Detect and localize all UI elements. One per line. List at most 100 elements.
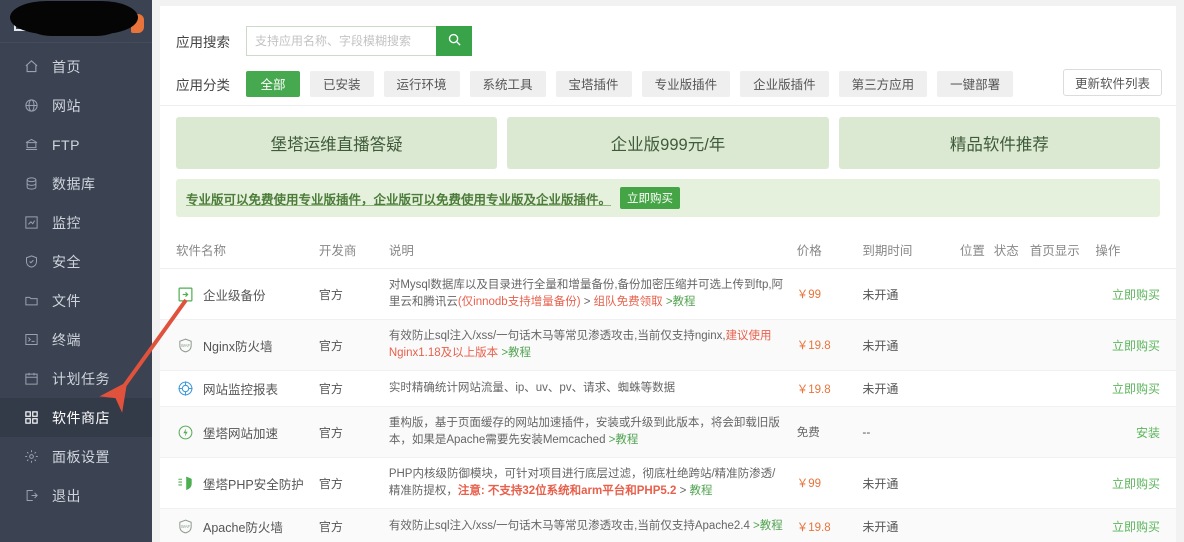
search-button[interactable] (436, 26, 472, 56)
category-tab-runtime[interactable]: 运行环境 (383, 70, 460, 97)
table-row[interactable]: WAF Apache防火墙 官方 有效防止sql注入/xss/一句话木马等常见渗透攻击… (160, 508, 1176, 542)
sidebar-item-label: 终端 (52, 331, 81, 348)
notice-bar: 专业版可以免费使用专业版插件，企业版可以免费使用专业版及企业版插件。 立即购买 (176, 179, 1160, 217)
cell-homepage (1029, 457, 1096, 509)
backup-icon (176, 285, 194, 303)
action-link[interactable]: 立即购买 (1112, 520, 1160, 534)
action-link[interactable]: 立即购买 (1112, 288, 1160, 302)
cell-name: 企业级备份 (160, 268, 319, 320)
sidebar-item-files[interactable]: 文件 (0, 281, 152, 320)
cell-action: 立即购买 (1095, 457, 1176, 509)
sidebar-item-app-store[interactable]: 软件商店 (0, 398, 152, 437)
shield-icon (22, 252, 41, 271)
cell-name: WAF Nginx防火墙 (160, 319, 319, 371)
php-shield-icon (176, 474, 194, 492)
sidebar-item-label: 监控 (52, 214, 81, 231)
notice-buy-button[interactable]: 立即购买 (620, 187, 681, 209)
category-tab-enterprise-plugins[interactable]: 企业版插件 (740, 70, 829, 97)
cell-expiry: 未开通 (862, 457, 960, 509)
cell-action: 立即购买 (1095, 370, 1176, 407)
cell-expiry: -- (862, 406, 960, 458)
cell-price: ￥19.8 (796, 370, 863, 407)
sidebar-item-panel-settings[interactable]: 面板设置 (0, 437, 152, 476)
header-description: 说明 (388, 231, 797, 269)
action-link[interactable]: 立即购买 (1112, 382, 1160, 396)
app-table-body: 企业级备份官方 对Mysql数据库以及目录进行全量和增量备份,备份加密压缩并可选上… (160, 268, 1176, 542)
cell-status (993, 457, 1030, 509)
search-icon (447, 32, 462, 50)
category-tab-third-party[interactable]: 第三方应用 (838, 70, 928, 97)
category-tab-all[interactable]: 全部 (246, 70, 300, 97)
sidebar-logo-bar (0, 0, 152, 43)
cell-developer: 官方 (318, 370, 389, 407)
description-text: PHP内核级防御模块，可针对项目进行底层过滤，彻底杜绝跨站/精准防渗透/精准防提… (388, 468, 776, 497)
category-tab-system-tools[interactable]: 系统工具 (469, 70, 546, 97)
table-row[interactable]: 堡塔PHP安全防护 官方 PHP内核级防御模块，可针对项目进行底层过滤，彻底杜绝跨站… (160, 457, 1176, 509)
cell-price: ￥19.8 (796, 319, 863, 371)
table-row[interactable]: 堡塔网站加速 官方 重构版，基于页面缓存的网站加速插件，安装或升级到此版本，将会卸载… (160, 406, 1176, 458)
banner-enterprise-price[interactable]: 企业版999元/年 (507, 117, 829, 169)
sidebar-item-label: 网站 (52, 97, 81, 114)
sidebar-item-monitor[interactable]: 监控 (0, 203, 152, 242)
cell-price: ￥99 (796, 457, 863, 509)
category-tab-one-click-deploy[interactable]: 一键部署 (937, 70, 1014, 97)
category-tab-installed[interactable]: 已安装 (310, 70, 374, 97)
sidebar-item-cron[interactable]: 计划任务 (0, 359, 152, 398)
description-text: 重构版，基于页面缓存的网站加速插件，安装或升级到此版本，将会卸载旧版本，如果是A… (388, 417, 780, 446)
sidebar-item-terminal[interactable]: 终端 (0, 320, 152, 359)
table-row[interactable]: WAF Nginx防火墙 官方 有效防止sql注入/xss/一句话木马等常见渗透攻击,… (160, 319, 1176, 371)
database-icon (22, 174, 41, 193)
sidebar-item-home[interactable]: 首页 (0, 47, 152, 86)
cell-action: 安装 (1095, 406, 1176, 458)
sidebar-item-security[interactable]: 安全 (0, 242, 152, 281)
category-label: 应用分类 (176, 77, 230, 93)
grid-icon (22, 408, 41, 427)
main-content: 应用搜索 应用分类 全部 已安装 运行环境 系统工具 (152, 0, 1184, 542)
cell-name: 网站监控报表 (160, 370, 319, 407)
action-link[interactable]: 立即购买 (1112, 477, 1160, 491)
calendar-icon (22, 369, 41, 388)
search-input[interactable] (246, 26, 436, 56)
cell-homepage (1029, 406, 1096, 458)
category-tab-bt-plugins[interactable]: 宝塔插件 (555, 70, 632, 97)
sidebar-item-label: 面板设置 (52, 448, 110, 465)
sidebar-item-label: 退出 (52, 487, 81, 504)
update-software-list-button[interactable]: 更新软件列表 (1062, 69, 1162, 96)
banner-live-qa[interactable]: 堡塔运维直播答疑 (176, 117, 498, 169)
table-row[interactable]: 网站监控报表 官方 实时精确统计网站流量、ip、uv、pv、请求、蜘蛛等数据 ￥19.… (160, 370, 1176, 407)
sidebar-item-website[interactable]: 网站 (0, 86, 152, 125)
app-table-head: 软件名称 开发商 说明 价格 到期时间 位置 状态 首页显示 操作 (160, 231, 1176, 269)
action-link[interactable]: 安装 (1136, 426, 1160, 440)
price-value: 免费 (796, 427, 820, 439)
app-root: 首页 网站 FTP 数据库 监控 安全 文件 终端 计划任务 软件商店 面板设置… (0, 0, 1184, 542)
banner-row: 堡塔运维直播答疑 企业版999元/年 精品软件推荐 (160, 106, 1176, 169)
price-value: ￥99 (796, 289, 821, 301)
cell-price: ￥99 (796, 268, 863, 320)
cell-position (959, 457, 994, 509)
cell-status (993, 406, 1030, 458)
sidebar-item-logout[interactable]: 退出 (0, 476, 152, 515)
category-row: 应用分类 全部 已安装 运行环境 系统工具 宝塔插件 专业版插件 企业版插件 第… (160, 60, 1176, 106)
category-tab-pro-plugins[interactable]: 专业版插件 (641, 70, 731, 97)
description-text: 对Mysql数据库以及目录进行全量和增量备份,备份加密压缩并可选上传到ftp,阿… (388, 279, 784, 308)
sidebar-item-label: 安全 (52, 253, 81, 270)
cell-description: 实时精确统计网站流量、ip、uv、pv、请求、蜘蛛等数据 (388, 370, 797, 407)
monitor-icon (176, 380, 194, 398)
sidebar-item-database[interactable]: 数据库 (0, 164, 152, 203)
table-row[interactable]: 企业级备份 官方 对Mysql数据库以及目录进行全量和增量备份,备份加密压缩并可选上… (160, 268, 1176, 320)
cell-homepage (1029, 508, 1096, 542)
cell-name: WAF Apache防火墙 (160, 508, 319, 542)
globe-icon (22, 96, 41, 115)
app-name-label: 网站监控报表 (203, 383, 279, 397)
cell-description: 有效防止sql注入/xss/一句话木马等常见渗透攻击,当前仅支持nginx,建议… (388, 319, 797, 371)
sidebar-item-label: FTP (52, 136, 80, 153)
app-name-label: 堡塔PHP安全防护 (203, 477, 304, 492)
banner-recommended-software[interactable]: 精品软件推荐 (838, 117, 1160, 169)
sidebar-item-ftp[interactable]: FTP (0, 125, 152, 164)
cell-expiry: 未开通 (862, 508, 960, 542)
header-homepage: 首页显示 (1029, 231, 1096, 269)
cell-action: 立即购买 (1095, 319, 1176, 371)
header-status: 状态 (993, 231, 1030, 269)
action-link[interactable]: 立即购买 (1112, 339, 1160, 353)
price-value: ￥19.8 (796, 383, 831, 396)
